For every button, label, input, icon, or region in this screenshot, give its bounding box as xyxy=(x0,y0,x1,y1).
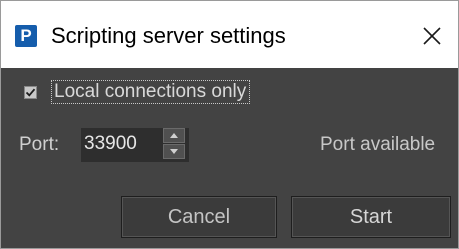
port-increment-button[interactable] xyxy=(163,128,185,143)
checkmark-icon xyxy=(25,88,36,97)
local-connections-label-focus[interactable]: Local connections only xyxy=(51,80,251,104)
cancel-button[interactable]: Cancel xyxy=(121,196,277,238)
port-label: Port: xyxy=(19,134,60,155)
chevron-down-icon xyxy=(170,149,178,154)
start-button[interactable]: Start xyxy=(291,196,451,238)
dialog-title: Scripting server settings xyxy=(51,23,286,48)
local-connections-label: Local connections only xyxy=(54,81,247,102)
dialog-body: Local connections only Port: 33900 Port … xyxy=(0,68,459,249)
p-app-icon: P xyxy=(15,25,37,47)
chevron-up-icon xyxy=(170,133,178,138)
settings-dialog: P Scripting server settings Local connec… xyxy=(0,0,459,249)
app-icon-letter: P xyxy=(20,26,32,45)
close-button[interactable] xyxy=(412,17,452,55)
close-icon xyxy=(423,27,441,45)
port-status: Port available xyxy=(320,134,436,155)
title-bar: P Scripting server settings xyxy=(0,0,459,68)
port-spinner xyxy=(163,128,185,160)
port-decrement-button[interactable] xyxy=(163,144,185,159)
local-connections-checkbox[interactable] xyxy=(24,86,37,99)
port-value: 33900 xyxy=(84,133,137,154)
